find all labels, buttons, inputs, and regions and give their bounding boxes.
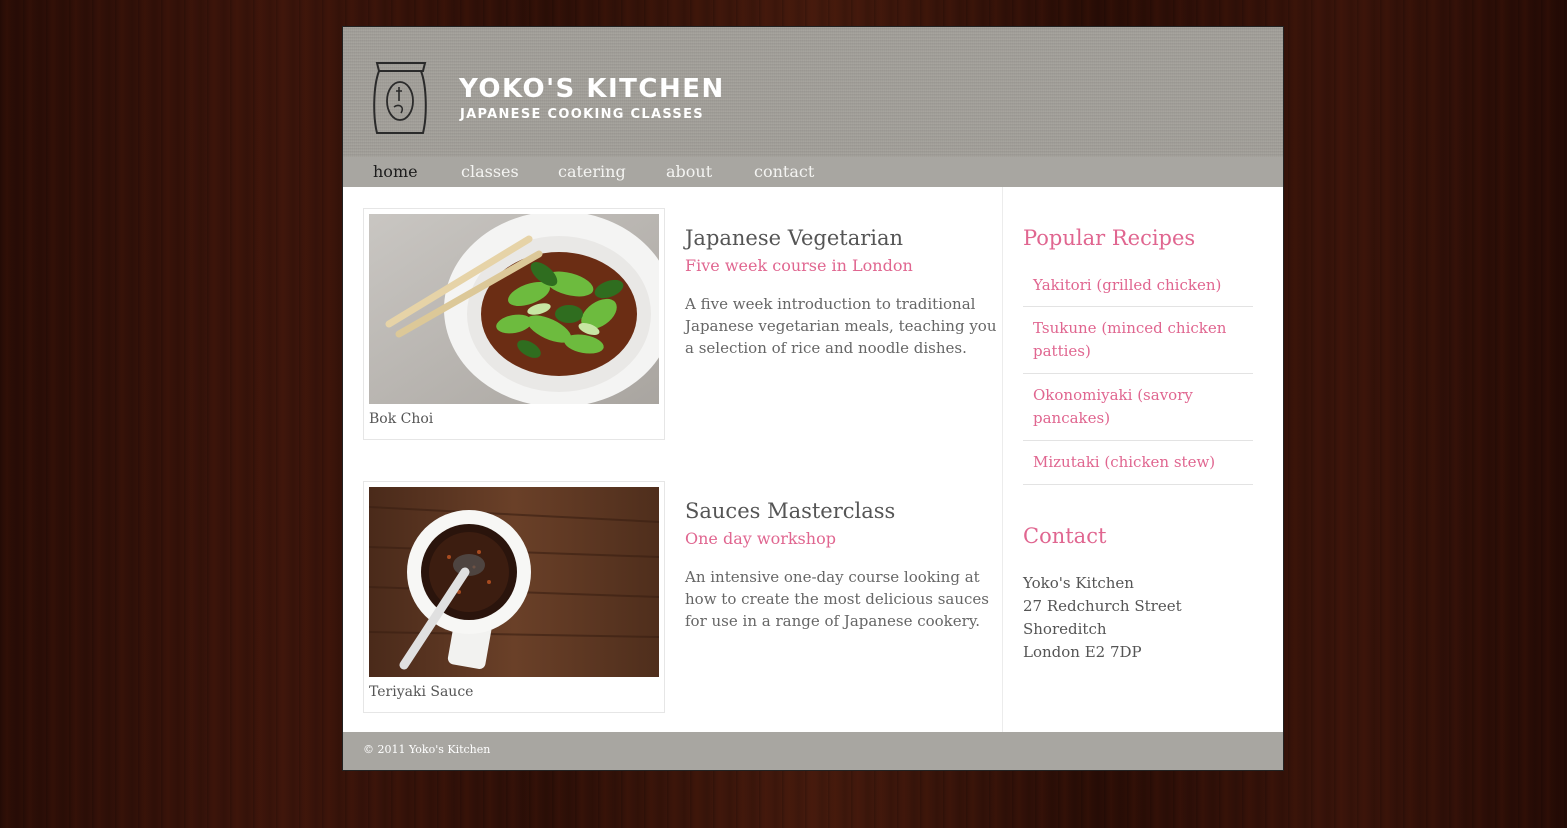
teriyaki-sauce-image	[369, 487, 659, 677]
sidebar-divider	[1002, 187, 1003, 732]
course-title[interactable]: Japanese Vegetarian	[685, 225, 903, 251]
tea-canister-icon[interactable]	[369, 57, 431, 139]
brand-tagline: JAPANESE COOKING CLASSES	[460, 107, 704, 122]
recipe-link[interactable]: Mizutaki (chicken stew)	[1023, 441, 1253, 485]
nav-item-catering[interactable]: catering	[558, 162, 626, 182]
image-caption: Bok Choi	[369, 411, 434, 427]
main-nav: home classes catering about contact	[343, 157, 1283, 187]
contact-line: 27 Redchurch Street	[1023, 597, 1182, 615]
contact-line: Yoko's Kitchen	[1023, 574, 1134, 592]
contact-address: Yoko's Kitchen 27 Redchurch Street Shore…	[1023, 572, 1182, 664]
popular-recipes-heading: Popular Recipes	[1023, 226, 1196, 250]
copyright-text: © 2011 Yoko's Kitchen	[363, 743, 491, 756]
course-description: A five week introduction to traditional …	[685, 295, 997, 357]
nav-item-home[interactable]: home	[373, 162, 418, 182]
course-description: An intensive one-day course looking at h…	[685, 568, 989, 630]
course-subtitle: One day workshop	[685, 529, 836, 548]
site-header: YOKO'S KITCHEN JAPANESE COOKING CLASSES	[343, 27, 1283, 157]
brand-name[interactable]: YOKO'S KITCHEN	[459, 74, 725, 104]
course-card-image: Bok Choi	[363, 208, 665, 440]
contact-heading: Contact	[1023, 524, 1107, 548]
course-title[interactable]: Sauces Masterclass	[685, 498, 895, 524]
contact-line: London E2 7DP	[1023, 643, 1142, 661]
nav-item-contact[interactable]: contact	[754, 162, 814, 182]
bok-choi-image	[369, 214, 659, 404]
image-caption: Teriyaki Sauce	[369, 684, 474, 700]
nav-item-classes[interactable]: classes	[461, 162, 519, 182]
nav-item-about[interactable]: about	[666, 162, 712, 182]
page-container: YOKO'S KITCHEN JAPANESE COOKING CLASSES …	[342, 26, 1284, 771]
recipe-link[interactable]: Okonomiyaki (savory pancakes)	[1023, 374, 1253, 441]
recipe-link[interactable]: Tsukune (minced chicken patties)	[1023, 307, 1253, 374]
recipe-list: Yakitori (grilled chicken) Tsukune (minc…	[1023, 263, 1253, 485]
site-footer: © 2011 Yoko's Kitchen	[343, 732, 1283, 770]
course-subtitle: Five week course in London	[685, 256, 913, 275]
recipe-link[interactable]: Yakitori (grilled chicken)	[1023, 263, 1253, 307]
contact-line: Shoreditch	[1023, 620, 1107, 638]
course-card-image: Teriyaki Sauce	[363, 481, 665, 713]
